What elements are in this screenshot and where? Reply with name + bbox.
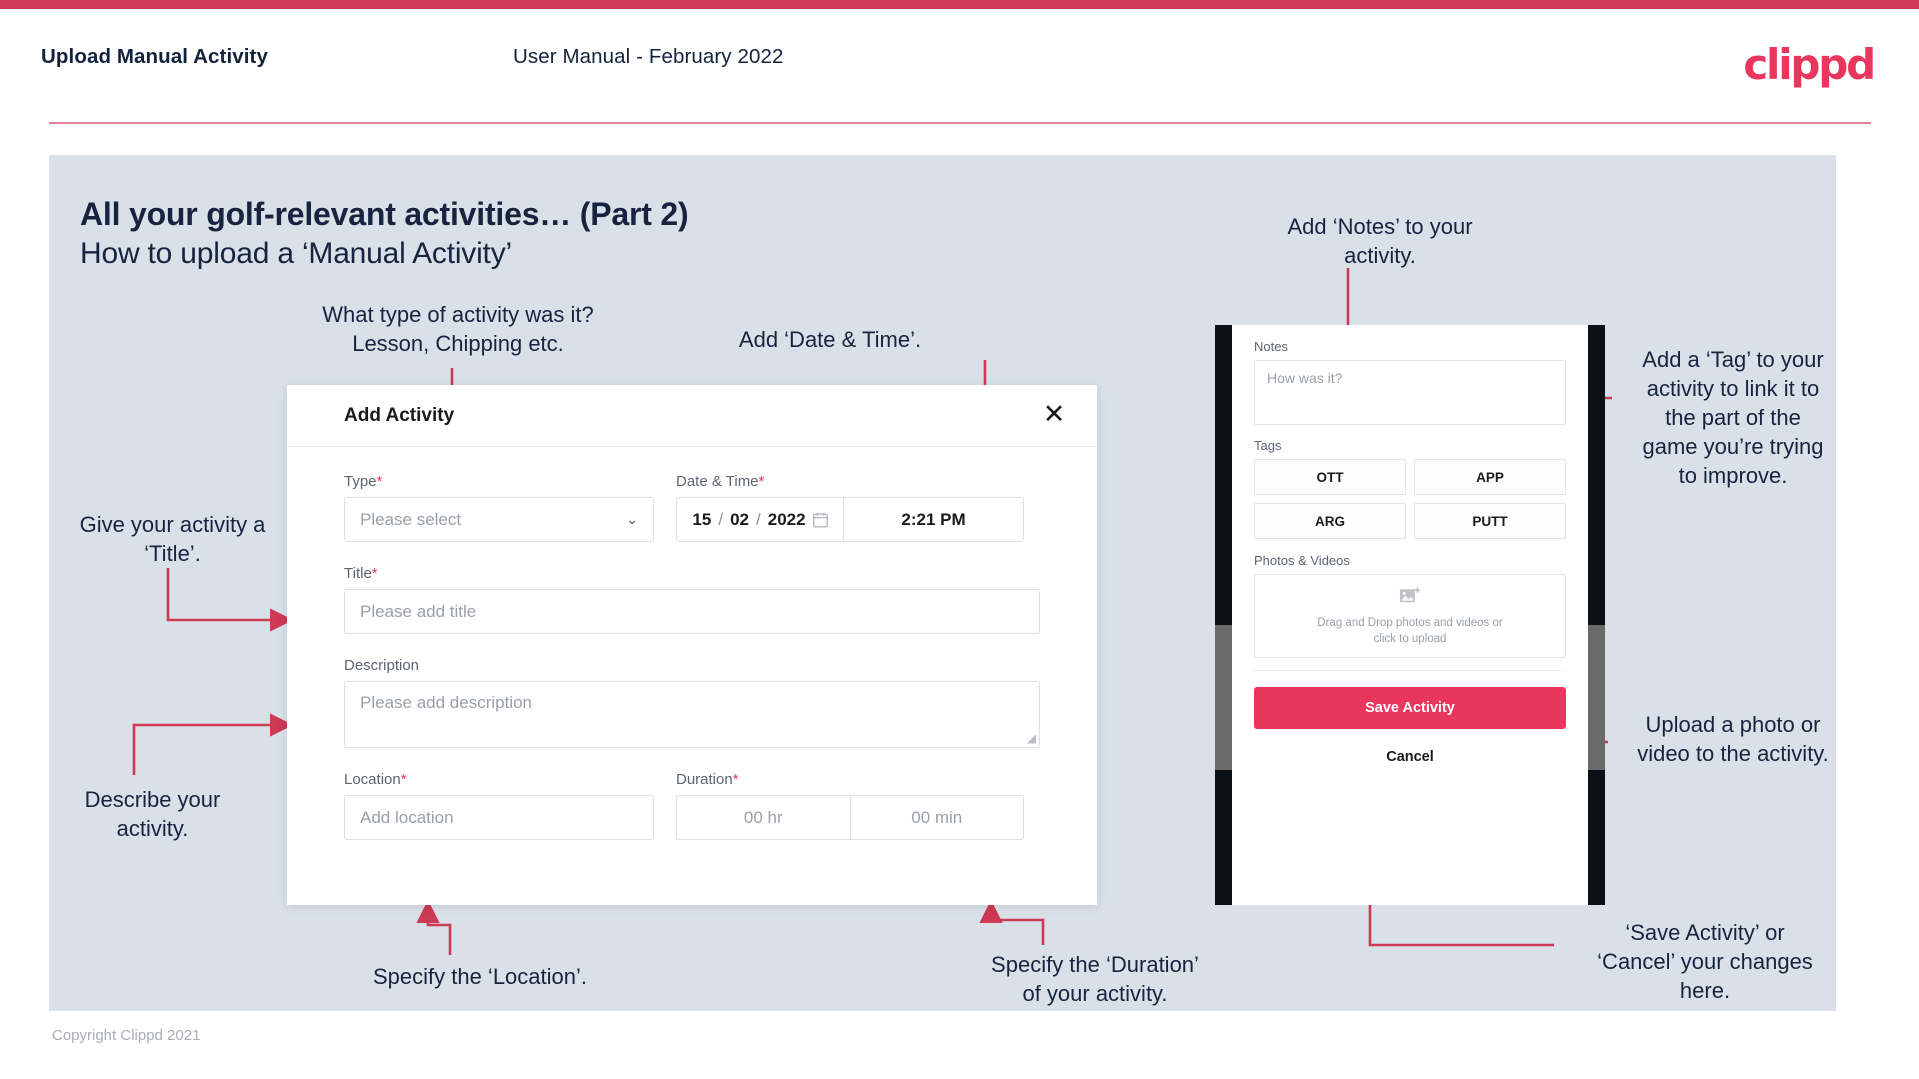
duration-label-text: Duration: [676, 771, 733, 788]
divider: [1254, 670, 1566, 671]
annotation-notes: Add ‘Notes’ to your activity.: [1287, 214, 1473, 268]
phone-mockup: Notes How was it? Tags OTT APP ARG PUTT …: [1215, 325, 1605, 905]
type-placeholder: Please select: [360, 509, 462, 529]
location-placeholder: Add location: [360, 807, 454, 827]
date-sep-2: /: [756, 509, 761, 529]
add-activity-dialog: Add Activity ✕ Type* Please select ⌄ Dat…: [287, 385, 1097, 905]
field-location: Location* Add location: [344, 771, 654, 840]
location-label: Location*: [344, 771, 654, 788]
chevron-down-icon: ⌄: [626, 511, 638, 527]
description-textarea[interactable]: Please add description ◢: [344, 681, 1040, 748]
description-label: Description: [344, 657, 420, 674]
row-location-duration: Location* Add location Duration* 00 hr 0…: [344, 771, 1040, 840]
field-description: Description Please add description ◢: [344, 657, 1040, 748]
field-type: Type* Please select ⌄: [344, 473, 654, 542]
datetime-label: Date & Time*: [676, 473, 1024, 490]
cancel-button[interactable]: Cancel: [1254, 749, 1566, 765]
notes-textarea[interactable]: How was it?: [1254, 360, 1566, 425]
tag-app[interactable]: APP: [1414, 459, 1566, 495]
title-placeholder: Please add title: [360, 601, 477, 621]
date-sep-1: /: [718, 509, 724, 529]
calendar-icon[interactable]: [812, 512, 828, 528]
phone-side-button: [1215, 625, 1232, 770]
field-datetime: Date & Time* 15 / 02 / 2022 2:21 PM: [676, 473, 1024, 542]
annotation-duration: Specify the ‘Duration’ of your activity.: [991, 952, 1199, 1006]
title-input[interactable]: Please add title: [344, 589, 1040, 634]
required-marker: *: [400, 771, 407, 788]
clippd-logo: clippd: [1743, 40, 1876, 89]
date-month: 02: [730, 509, 749, 529]
field-title: Title* Please add title: [344, 565, 1040, 634]
datetime-input-group: 15 / 02 / 2022 2:21 PM: [676, 497, 1024, 542]
slide-canvas: Upload Manual Activity User Manual - Feb…: [0, 0, 1919, 1079]
photos-videos-label: Photos & Videos: [1254, 553, 1350, 568]
phone-screen: Notes How was it? Tags OTT APP ARG PUTT …: [1232, 325, 1588, 905]
annotation-title: Give your activity a ‘Title’.: [79, 512, 266, 566]
tag-arg[interactable]: ARG: [1254, 503, 1406, 539]
time-input[interactable]: 2:21 PM: [844, 498, 1023, 541]
annotation-description: Describe your activity.: [84, 787, 221, 841]
row-type-datetime: Type* Please select ⌄ Date & Time* 15 / …: [344, 473, 1040, 542]
photo-upload-dropzone[interactable]: Drag and Drop photos and videos or click…: [1254, 574, 1566, 658]
add-image-icon: [1399, 586, 1421, 611]
tags-label: Tags: [1254, 438, 1282, 453]
header-left-title: Upload Manual Activity: [41, 45, 268, 68]
phone-frame-right: [1588, 325, 1605, 905]
top-accent-bar: [0, 0, 1919, 9]
close-icon[interactable]: ✕: [1037, 397, 1071, 431]
annotation-tags: Add a ‘Tag’ to your activity to link it …: [1642, 347, 1824, 488]
dialog-header: Add Activity ✕: [287, 385, 1097, 447]
save-activity-button[interactable]: Save Activity: [1254, 687, 1566, 729]
annotation-location: Specify the ‘Location’.: [372, 964, 588, 989]
resize-handle-icon[interactable]: ◢: [1027, 731, 1036, 745]
field-duration: Duration* 00 hr 00 min: [676, 771, 1024, 840]
type-label: Type*: [344, 473, 654, 490]
annotation-upload: Upload a photo or video to the activity.: [1637, 712, 1829, 766]
type-label-text: Type: [344, 473, 377, 490]
description-placeholder: Please add description: [360, 693, 533, 712]
required-marker: *: [758, 473, 765, 490]
footer-copyright: Copyright Clippd 2021: [52, 1027, 201, 1044]
title-label: Title*: [344, 565, 1040, 582]
dialog-body: Type* Please select ⌄ Date & Time* 15 / …: [287, 447, 1097, 840]
title-label-text: Title: [344, 565, 372, 582]
header-rule-soft: [49, 122, 1871, 124]
phone-frame-left: [1215, 325, 1232, 905]
duration-hours-input[interactable]: 00 hr: [677, 796, 850, 839]
page-title: All your golf-relevant activities… (Part…: [80, 196, 689, 232]
date-year: 2022: [767, 509, 806, 529]
date-input[interactable]: 15 / 02 / 2022: [677, 498, 844, 541]
location-label-text: Location: [344, 771, 401, 788]
required-marker: *: [376, 473, 383, 490]
header-center-title: User Manual - February 2022: [513, 45, 784, 68]
tag-putt[interactable]: PUTT: [1414, 503, 1566, 539]
duration-minutes-input[interactable]: 00 min: [849, 796, 1024, 839]
duration-label: Duration*: [676, 771, 1024, 788]
page-subtitle: How to upload a ‘Manual Activity’: [80, 237, 512, 270]
annotation-type: What type of activity was it? Lesson, Ch…: [322, 302, 594, 356]
dropzone-text: Drag and Drop photos and videos or click…: [1317, 616, 1503, 645]
annotation-datetime: Add ‘Date & Time’.: [738, 327, 922, 352]
type-select[interactable]: Please select ⌄: [344, 497, 654, 542]
required-marker: *: [732, 771, 739, 788]
date-day: 15: [692, 509, 712, 529]
location-input[interactable]: Add location: [344, 795, 654, 840]
annotation-save: ‘Save Activity’ or ‘Cancel’ your changes…: [1597, 920, 1813, 1003]
duration-input-group: 00 hr 00 min: [676, 795, 1024, 840]
required-marker: *: [371, 565, 378, 582]
notes-placeholder: How was it?: [1267, 370, 1343, 386]
datetime-label-text: Date & Time: [676, 473, 759, 490]
dialog-title: Add Activity: [344, 405, 455, 426]
tag-ott[interactable]: OTT: [1254, 459, 1406, 495]
tags-grid: OTT APP ARG PUTT: [1254, 459, 1566, 539]
notes-label: Notes: [1254, 339, 1288, 354]
phone-side-button: [1588, 625, 1605, 770]
